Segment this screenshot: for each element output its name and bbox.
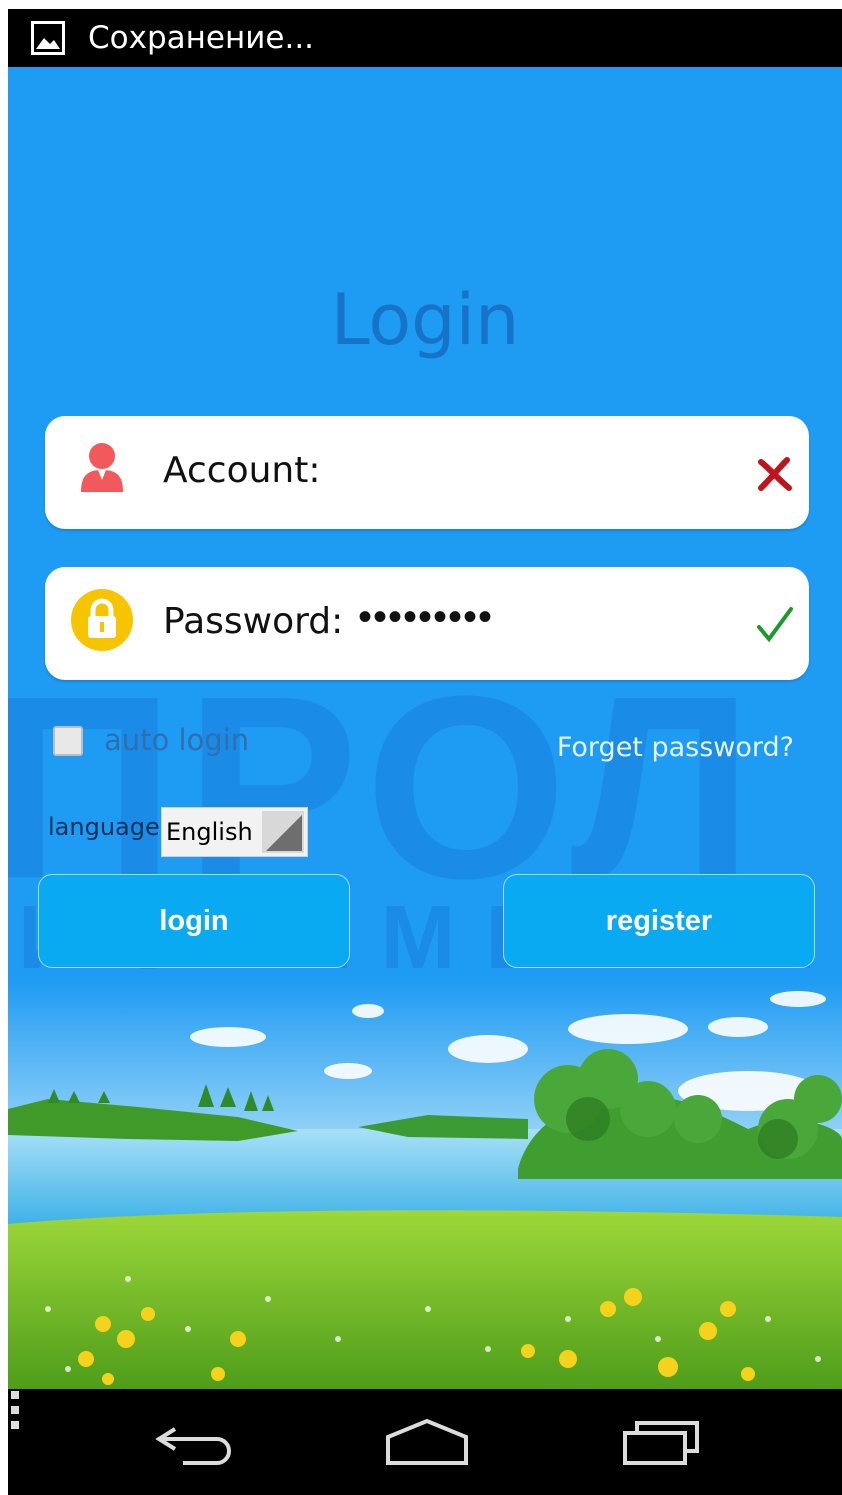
home-icon[interactable] xyxy=(384,1417,470,1467)
user-icon xyxy=(81,443,123,492)
login-button[interactable]: login xyxy=(38,874,350,968)
register-button[interactable]: register xyxy=(503,874,815,968)
app-screen: Сохранение... ПРОЛ ИСТЕМЫ БЕЗО Login Acc… xyxy=(8,9,842,1495)
error-x-icon xyxy=(758,457,792,491)
page-title: Login xyxy=(330,279,520,361)
landscape-background xyxy=(8,979,842,1389)
password-value: ••••••••• xyxy=(358,595,494,639)
language-select[interactable]: English xyxy=(161,807,308,857)
menu-icon[interactable] xyxy=(8,1389,22,1431)
language-value: English xyxy=(166,818,253,846)
password-field[interactable]: Password: ••••••••• xyxy=(45,567,809,680)
auto-login-checkbox[interactable] xyxy=(53,726,83,756)
lock-icon xyxy=(71,589,133,651)
recents-icon[interactable] xyxy=(621,1417,703,1467)
status-bar: Сохранение... xyxy=(8,9,842,67)
language-label: language: xyxy=(48,813,168,841)
back-icon[interactable] xyxy=(153,1417,237,1467)
checkmark-icon xyxy=(757,607,793,643)
status-text: Сохранение... xyxy=(88,20,315,56)
account-field[interactable]: Account: xyxy=(45,416,809,529)
auto-login-label[interactable]: auto login xyxy=(104,723,249,757)
forget-password-link[interactable]: Forget password? xyxy=(557,732,794,763)
gallery-icon xyxy=(31,21,65,55)
dropdown-arrow-icon xyxy=(262,811,304,853)
account-label: Account: xyxy=(163,450,321,491)
navigation-bar xyxy=(8,1389,842,1495)
password-label: Password: xyxy=(163,601,344,642)
